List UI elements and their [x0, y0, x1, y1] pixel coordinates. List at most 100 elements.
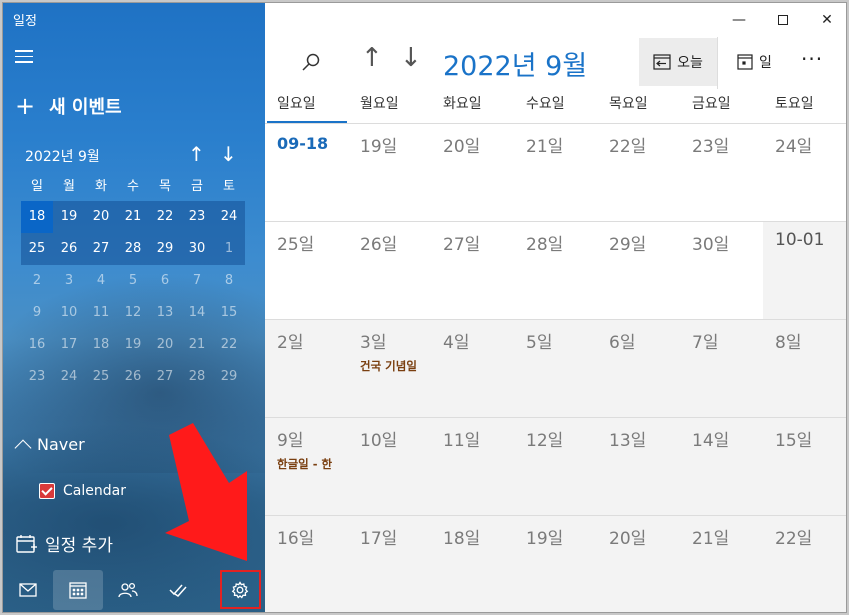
calendar-icon[interactable]: [53, 570, 103, 610]
mini-day-cell[interactable]: 11: [85, 297, 117, 329]
add-calendar-button[interactable]: 일정 추가: [15, 531, 113, 556]
minimize-button[interactable]: —: [717, 7, 761, 33]
day-cell[interactable]: 20일: [597, 516, 680, 612]
mini-day-cell[interactable]: 28: [117, 233, 149, 265]
mini-day-cell[interactable]: 26: [53, 233, 85, 265]
search-icon[interactable]: [301, 53, 321, 77]
mini-day-cell[interactable]: 18: [21, 201, 53, 233]
mini-day-cell[interactable]: 26: [117, 361, 149, 393]
day-cell[interactable]: 11일: [431, 418, 514, 515]
day-cell[interactable]: 9일 한글일 - 한: [265, 418, 348, 515]
mini-day-cell[interactable]: 25: [85, 361, 117, 393]
mini-day-cell[interactable]: 24: [53, 361, 85, 393]
day-cell[interactable]: 12일: [514, 418, 597, 515]
mini-day-cell[interactable]: 13: [149, 297, 181, 329]
new-event-button[interactable]: + 새 이벤트: [15, 93, 122, 119]
mini-day-cell[interactable]: 17: [53, 329, 85, 361]
day-cell[interactable]: 10일: [348, 418, 431, 515]
mini-day-cell[interactable]: 8: [213, 265, 245, 297]
mini-day-cell[interactable]: 24: [213, 201, 245, 233]
day-cell[interactable]: 19일: [514, 516, 597, 612]
day-cell[interactable]: 17일: [348, 516, 431, 612]
previous-month-arrow-icon[interactable]: ↑: [361, 43, 383, 73]
day-cell[interactable]: 22일: [597, 124, 680, 221]
day-cell[interactable]: 22일: [763, 516, 846, 612]
day-cell[interactable]: 29일: [597, 222, 680, 319]
day-cell[interactable]: 14일: [680, 418, 763, 515]
day-cell[interactable]: 23일: [680, 124, 763, 221]
mini-day-cell[interactable]: 29: [149, 233, 181, 265]
calendar-checkbox[interactable]: [39, 483, 55, 499]
mini-day-cell[interactable]: 3: [53, 265, 85, 297]
next-month-arrow-icon[interactable]: ↓: [400, 43, 422, 73]
mini-day-cell[interactable]: 5: [117, 265, 149, 297]
day-cell[interactable]: 6일: [597, 320, 680, 417]
mini-day-cell[interactable]: 23: [181, 201, 213, 233]
mini-calendar-title[interactable]: 2022년 9월: [25, 146, 100, 166]
mini-day-cell[interactable]: 12: [117, 297, 149, 329]
day-view-button[interactable]: 일: [737, 38, 772, 86]
mini-day-cell[interactable]: 27: [85, 233, 117, 265]
day-cell[interactable]: 5일: [514, 320, 597, 417]
mini-day-cell[interactable]: 18: [85, 329, 117, 361]
mini-day-cell[interactable]: 30: [181, 233, 213, 265]
close-button[interactable]: ✕: [805, 7, 846, 33]
mini-day-cell[interactable]: 27: [149, 361, 181, 393]
mini-day-cell[interactable]: 16: [21, 329, 53, 361]
mini-day-cell[interactable]: 22: [149, 201, 181, 233]
mini-day-cell[interactable]: 10: [53, 297, 85, 329]
day-cell[interactable]: 30일: [680, 222, 763, 319]
mini-day-cell[interactable]: 22: [213, 329, 245, 361]
day-cell[interactable]: 10-01: [763, 222, 846, 319]
day-cell[interactable]: 25일: [265, 222, 348, 319]
mini-day-cell[interactable]: 2: [21, 265, 53, 297]
people-icon[interactable]: [103, 570, 153, 610]
mini-day-cell[interactable]: 6: [149, 265, 181, 297]
mini-next-arrow-icon[interactable]: ↓: [220, 142, 237, 166]
mini-day-cell[interactable]: 4: [85, 265, 117, 297]
day-cell[interactable]: 18일: [431, 516, 514, 612]
day-cell[interactable]: 20일: [431, 124, 514, 221]
day-cell[interactable]: 27일: [431, 222, 514, 319]
more-options-icon[interactable]: ···: [801, 47, 823, 71]
mini-day-cell[interactable]: 28: [181, 361, 213, 393]
mini-day-cell[interactable]: 20: [85, 201, 117, 233]
mini-day-cell[interactable]: 19: [53, 201, 85, 233]
day-cell[interactable]: 13일: [597, 418, 680, 515]
today-button[interactable]: 오늘: [639, 38, 717, 86]
day-cell[interactable]: 26일: [348, 222, 431, 319]
maximize-button[interactable]: [761, 7, 805, 33]
mail-icon[interactable]: [3, 570, 53, 610]
account-group-naver[interactable]: Naver: [14, 435, 85, 456]
day-cell[interactable]: 21일: [680, 516, 763, 612]
todo-icon[interactable]: [153, 570, 203, 610]
day-cell[interactable]: 21일: [514, 124, 597, 221]
day-cell[interactable]: 16일: [265, 516, 348, 612]
mini-day-cell[interactable]: 19: [117, 329, 149, 361]
day-cell[interactable]: 8일: [763, 320, 846, 417]
mini-day-cell[interactable]: 1: [213, 233, 245, 265]
calendar-toggle[interactable]: Calendar: [39, 483, 126, 499]
mini-day-cell[interactable]: 23: [21, 361, 53, 393]
mini-day-cell[interactable]: 20: [149, 329, 181, 361]
day-cell[interactable]: 19일: [348, 124, 431, 221]
mini-day-cell[interactable]: 7: [181, 265, 213, 297]
mini-day-cell[interactable]: 21: [181, 329, 213, 361]
day-cell[interactable]: 2일: [265, 320, 348, 417]
day-cell[interactable]: 7일: [680, 320, 763, 417]
mini-prev-arrow-icon[interactable]: ↑: [188, 142, 205, 166]
day-cell[interactable]: 3일 건국 기념일: [348, 320, 431, 417]
day-cell[interactable]: 28일: [514, 222, 597, 319]
mini-day-cell[interactable]: 25: [21, 233, 53, 265]
event-item[interactable]: 건국 기념일: [360, 358, 426, 374]
day-cell[interactable]: 24일: [763, 124, 846, 221]
day-cell[interactable]: 09-18: [265, 124, 348, 221]
day-cell[interactable]: 4일: [431, 320, 514, 417]
day-cell[interactable]: 15일: [763, 418, 846, 515]
mini-day-cell[interactable]: 9: [21, 297, 53, 329]
hamburger-menu-icon[interactable]: [15, 50, 33, 64]
month-title[interactable]: 2022년 9월: [443, 44, 587, 83]
event-item[interactable]: 한글일 - 한: [277, 456, 343, 472]
mini-day-cell[interactable]: 14: [181, 297, 213, 329]
mini-day-cell[interactable]: 15: [213, 297, 245, 329]
